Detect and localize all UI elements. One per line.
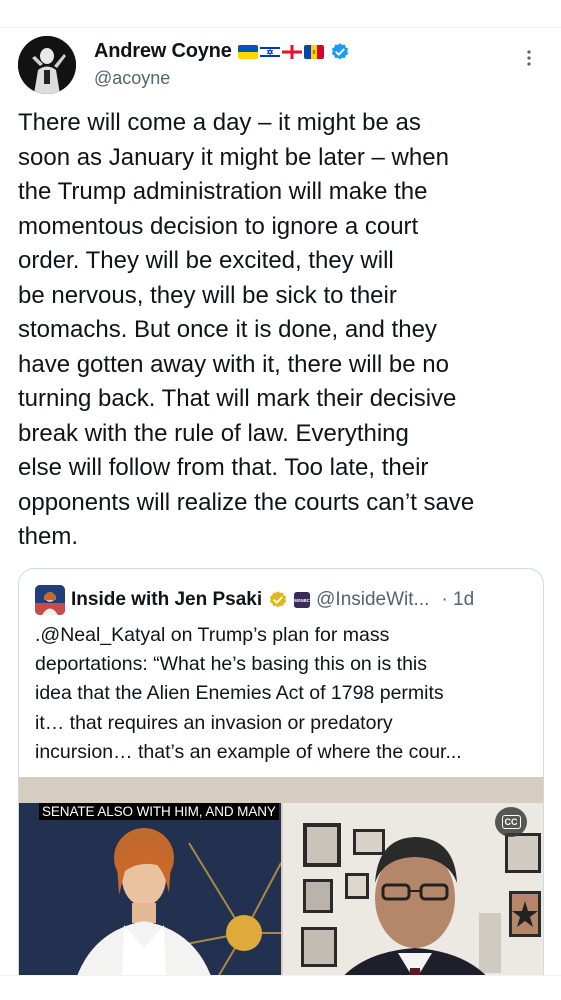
- quoted-author-avatar: [35, 585, 65, 615]
- author-name-row: Andrew Coyne: [94, 40, 350, 63]
- quoted-text: .@Neal_Katyal on Trump’s plan for mass d…: [35, 624, 462, 763]
- author-handle[interactable]: @acoyne: [94, 68, 170, 89]
- cc-icon: CC: [501, 815, 521, 829]
- quoted-display-name[interactable]: Inside with Jen Psaki: [71, 589, 262, 611]
- quoted-tweet-header: Inside with Jen Psaki MSNBC @InsideWit..…: [35, 585, 535, 615]
- verified-badge-icon: [330, 42, 350, 62]
- author-avatar[interactable]: [18, 36, 76, 94]
- moldova-flag-icon: [303, 44, 324, 59]
- quoted-timestamp[interactable]: · 1d: [441, 589, 474, 611]
- affiliate-badge-icon: MSNBC: [294, 592, 311, 608]
- bottom-bar: [0, 975, 561, 1000]
- video-panel-host: [19, 803, 281, 1000]
- israel-flag-icon: [259, 44, 280, 59]
- tweet-text: There will come a day – it might be as s…: [18, 109, 475, 550]
- video-player[interactable]: SENATE ALSO WITH HIM, AND MANY CC: [19, 777, 543, 1000]
- flag-emojis: [237, 44, 324, 59]
- top-bar: [0, 0, 561, 28]
- video-caption: SENATE ALSO WITH HIM, AND MANY: [39, 803, 279, 820]
- ukraine-flag-icon: [237, 44, 258, 59]
- more-options-icon[interactable]: [519, 48, 539, 68]
- closed-captions-button[interactable]: CC: [495, 807, 527, 837]
- author-display-name[interactable]: Andrew Coyne: [94, 40, 232, 63]
- georgia-flag-icon: [281, 44, 302, 59]
- svg-text:MSNBC: MSNBC: [294, 598, 309, 603]
- gold-verified-badge-icon: [268, 590, 288, 610]
- quoted-handle[interactable]: @InsideWit...: [316, 589, 429, 611]
- quoted-tweet-card[interactable]: Inside with Jen Psaki MSNBC @InsideWit..…: [18, 568, 544, 1000]
- tweet-header: Andrew Coyne @acoyne: [18, 36, 543, 96]
